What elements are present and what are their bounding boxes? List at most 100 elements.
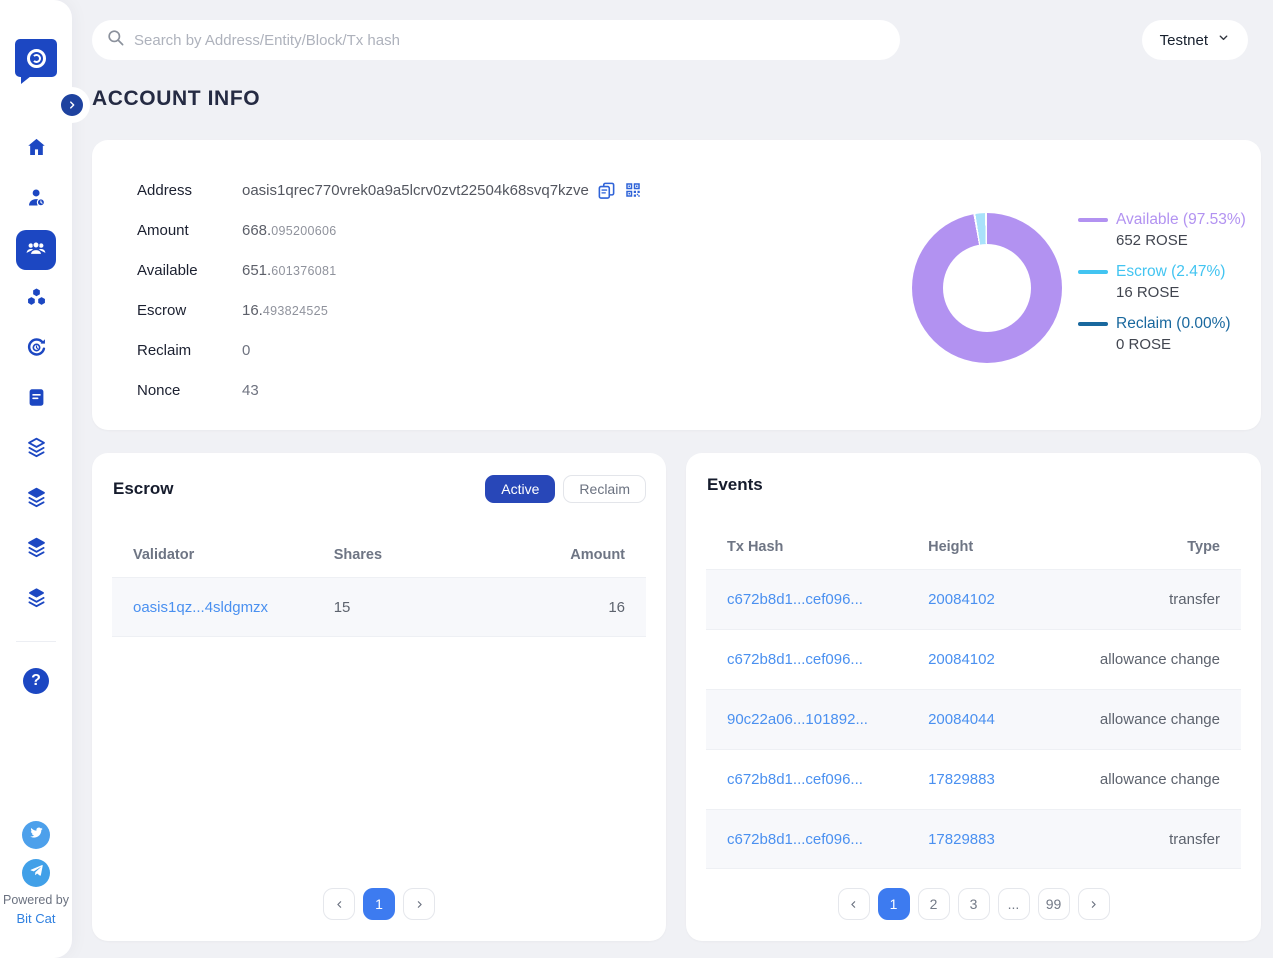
event-type: transfer [1090, 591, 1220, 608]
header-validator: Validator [133, 547, 334, 563]
sidebar-item-validators[interactable] [16, 180, 56, 220]
telegram-link[interactable] [22, 859, 50, 887]
page-button-2[interactable]: 2 [918, 888, 950, 920]
available-label: Available [137, 262, 242, 279]
nonce-row: Nonce 43 [137, 370, 1261, 410]
height-link[interactable]: 17829883 [928, 771, 995, 788]
chart-legend: Available (97.53%) 652 ROSE Escrow (2.47… [1078, 210, 1246, 355]
bitcat-link[interactable]: Bit Cat [0, 911, 72, 926]
main-content: Testnet ACCOUNT INFO Address oasis1qrec7… [92, 0, 1261, 941]
logo-spiral-icon [27, 49, 46, 68]
cycle-clock-icon [25, 336, 48, 364]
search-icon [106, 28, 125, 52]
legend-item-reclaim: Reclaim (0.00%) 0 ROSE [1078, 314, 1246, 355]
page-button-99[interactable]: 99 [1038, 888, 1070, 920]
layers-outline-icon [25, 436, 48, 464]
events-table-row: c672b8d1...cef096... 20084102 allowance … [706, 629, 1241, 689]
events-table-row: 90c22a06...101892... 20084044 allowance … [706, 689, 1241, 749]
available-value: 651.601376081 [242, 262, 336, 279]
nonce-value: 43 [242, 382, 259, 399]
legend-label-reclaim: Reclaim (0.00%) [1116, 315, 1231, 333]
page-button-1[interactable]: 1 [878, 888, 910, 920]
oasisscan-logo[interactable] [15, 39, 57, 77]
sidebar-item-transactions[interactable] [16, 330, 56, 370]
event-type: allowance change [1090, 771, 1220, 788]
search-input[interactable] [134, 32, 886, 49]
sidebar-item-paratime-4[interactable] [16, 580, 56, 620]
legend-dash-available [1078, 218, 1108, 222]
events-pagination: 1 2 3 ... 99 [686, 888, 1261, 920]
donut-chart [912, 213, 1062, 363]
amount-label: Amount [137, 222, 242, 239]
sidebar-item-paratime-2[interactable] [16, 480, 56, 520]
topbar: Testnet [92, 20, 1261, 60]
events-table-row: c672b8d1...cef096... 20084102 transfer [706, 569, 1241, 629]
page-button-ellipsis[interactable]: ... [998, 888, 1030, 920]
event-type: transfer [1090, 831, 1220, 848]
sidebar-item-accounts[interactable] [16, 230, 56, 270]
tx-hash-link[interactable]: c672b8d1...cef096... [727, 651, 863, 668]
reclaim-value: 0 [242, 342, 250, 359]
sidebar-item-proposals[interactable] [16, 380, 56, 420]
twitter-icon [29, 825, 44, 845]
next-page-button[interactable] [1078, 888, 1110, 920]
sidebar: ? Powered by Bit Cat [0, 0, 72, 958]
tx-hash-link[interactable]: c672b8d1...cef096... [727, 831, 863, 848]
address-value: oasis1qrec770vrek0a9a5lcrv0zvt22504k68sv… [242, 182, 589, 199]
sidebar-item-blocks[interactable] [16, 280, 56, 320]
shares-value: 15 [334, 599, 496, 616]
twitter-link[interactable] [22, 821, 50, 849]
network-selector[interactable]: Testnet [1142, 20, 1248, 60]
sidebar-item-home[interactable] [16, 130, 56, 170]
legend-dash-escrow [1078, 270, 1108, 274]
address-row: Address oasis1qrec770vrek0a9a5lcrv0zvt22… [137, 170, 1261, 210]
events-card: Events Tx Hash Height Type c672b8d1...ce… [686, 453, 1261, 941]
page-button-1[interactable]: 1 [363, 888, 395, 920]
escrow-pagination: 1 [92, 888, 666, 920]
events-table-row: c672b8d1...cef096... 17829883 allowance … [706, 749, 1241, 809]
sidebar-item-paratime-1[interactable] [16, 430, 56, 470]
legend-value-escrow: 16 ROSE [1116, 282, 1246, 303]
escrow-card: Escrow Active Reclaim Validator Shares A… [92, 453, 666, 941]
tab-reclaim[interactable]: Reclaim [563, 475, 646, 503]
sidebar-nav [16, 130, 56, 620]
height-link[interactable]: 20084102 [928, 591, 995, 608]
question-mark-icon: ? [23, 668, 49, 694]
tx-hash-link[interactable]: c672b8d1...cef096... [727, 591, 863, 608]
page-button-3[interactable]: 3 [958, 888, 990, 920]
legend-value-reclaim: 0 ROSE [1116, 334, 1246, 355]
events-table: Tx Hash Height Type c672b8d1...cef096...… [706, 525, 1241, 869]
layers-filled-icon [25, 586, 48, 614]
height-link[interactable]: 17829883 [928, 831, 995, 848]
height-link[interactable]: 20084044 [928, 711, 995, 728]
tx-hash-link[interactable]: 90c22a06...101892... [727, 711, 868, 728]
escrow-card-title: Escrow [113, 479, 173, 499]
cubes-icon [25, 286, 48, 314]
legend-value-available: 652 ROSE [1116, 230, 1246, 251]
copy-icon[interactable] [597, 181, 616, 200]
sidebar-expand-button[interactable] [54, 87, 90, 123]
layers-filled-icon [25, 486, 48, 514]
tx-hash-link[interactable]: c672b8d1...cef096... [727, 771, 863, 788]
legend-label-escrow: Escrow (2.47%) [1116, 263, 1225, 281]
escrow-table-header: Validator Shares Amount [112, 533, 646, 577]
amount-value: 16 [496, 599, 625, 616]
events-table-header: Tx Hash Height Type [706, 525, 1241, 569]
escrow-value: 16.493824525 [242, 302, 328, 319]
sidebar-item-help[interactable]: ? [16, 661, 56, 701]
prev-page-button[interactable] [323, 888, 355, 920]
escrow-tabs: Active Reclaim [485, 475, 646, 503]
prev-page-button[interactable] [838, 888, 870, 920]
qr-code-icon[interactable] [624, 181, 642, 199]
legend-label-available: Available (97.53%) [1116, 211, 1246, 229]
telegram-icon [29, 863, 44, 883]
powered-by-text: Powered by [0, 893, 72, 907]
sidebar-item-paratime-3[interactable] [16, 530, 56, 570]
header-tx-hash: Tx Hash [727, 539, 928, 555]
sidebar-divider [16, 641, 56, 642]
next-page-button[interactable] [403, 888, 435, 920]
validator-person-icon [25, 186, 48, 214]
height-link[interactable]: 20084102 [928, 651, 995, 668]
validator-link[interactable]: oasis1qz...4sldgmzx [133, 599, 268, 616]
tab-active[interactable]: Active [485, 475, 555, 503]
